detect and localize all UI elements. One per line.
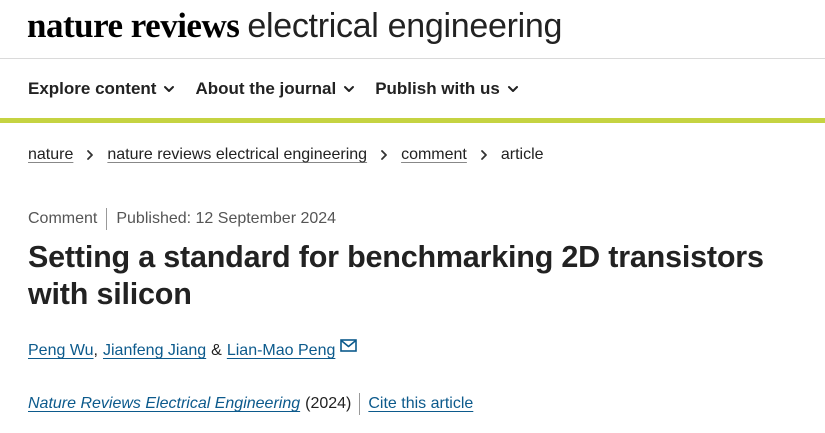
author-list: Peng Wu , Jianfeng Jiang & Lian-Mao Peng	[28, 338, 358, 360]
chevron-down-icon	[507, 86, 518, 92]
author-separator: ,	[93, 342, 98, 359]
nav-label: Explore content	[28, 79, 157, 98]
accent-bar	[0, 118, 825, 123]
logo-journal-text: electrical engineering	[247, 7, 563, 45]
article-title: Setting a standard for benchmarking 2D t…	[28, 240, 764, 311]
journal-link[interactable]: Nature Reviews Electrical Engineering	[28, 395, 300, 413]
chevron-down-icon	[164, 86, 175, 92]
header-divider	[0, 58, 825, 59]
breadcrumb-journal[interactable]: nature reviews electrical engineering	[107, 146, 367, 164]
article-meta: Comment Published: 12 September 2024	[28, 208, 336, 230]
nav-label: About the journal	[195, 79, 337, 98]
site-header: nature reviews electrical engineering Ex…	[0, 0, 825, 118]
breadcrumb: nature nature reviews electrical enginee…	[28, 146, 544, 164]
journal-logo[interactable]: nature reviews electrical engineering	[27, 6, 562, 50]
published-date: Published: 12 September 2024	[116, 210, 337, 227]
breadcrumb-current: article	[500, 146, 544, 163]
chevron-right-icon	[480, 150, 487, 160]
main-nav: Explore content About the journal Publis…	[28, 76, 539, 102]
logo-brand-text: nature reviews	[27, 6, 240, 45]
mail-icon[interactable]	[340, 338, 358, 352]
chevron-down-icon	[344, 86, 355, 92]
author-link[interactable]: Lian-Mao Peng	[227, 342, 336, 360]
breadcrumb-nature[interactable]: nature	[28, 146, 73, 164]
author-link[interactable]: Peng Wu	[28, 342, 94, 360]
chevron-right-icon	[87, 150, 94, 160]
citation-line: Nature Reviews Electrical Engineering (2…	[28, 393, 473, 415]
nav-about-the-journal[interactable]: About the journal	[195, 79, 355, 99]
publication-year: (2024)	[305, 395, 352, 412]
breadcrumb-comment[interactable]: comment	[401, 146, 467, 164]
article-type: Comment	[28, 210, 98, 227]
citation-divider	[359, 393, 361, 415]
nav-label: Publish with us	[375, 79, 500, 98]
meta-divider	[106, 208, 108, 230]
nav-explore-content[interactable]: Explore content	[28, 79, 175, 99]
author-separator: &	[211, 342, 222, 359]
nav-publish-with-us[interactable]: Publish with us	[375, 79, 519, 99]
chevron-right-icon	[381, 150, 387, 160]
author-link[interactable]: Jianfeng Jiang	[103, 342, 206, 360]
cite-this-article-link[interactable]: Cite this article	[368, 395, 473, 413]
